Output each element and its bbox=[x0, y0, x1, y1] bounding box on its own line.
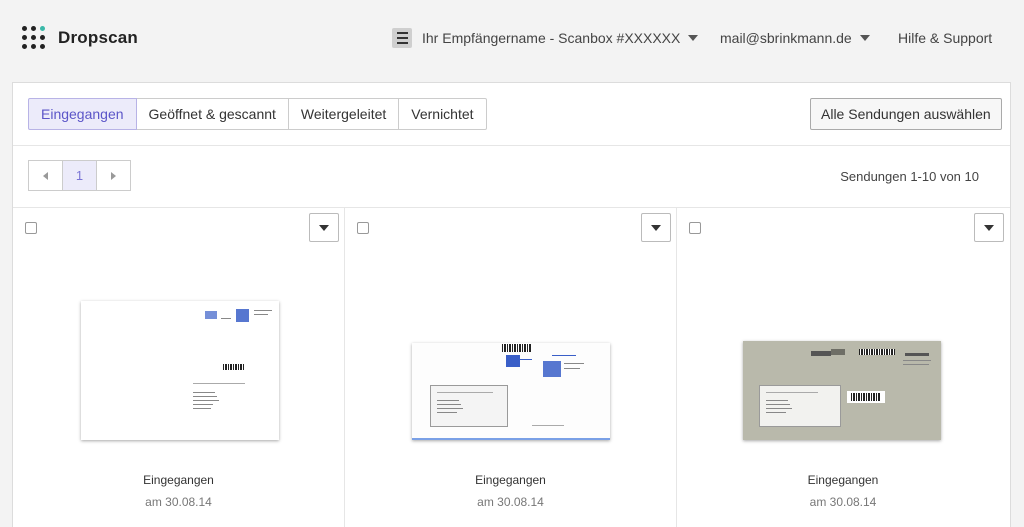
logo-dot bbox=[22, 26, 27, 31]
status-tabs: Eingegangen Geöffnet & gescannt Weiterge… bbox=[28, 98, 487, 130]
envelope-thumbnail[interactable] bbox=[81, 301, 279, 440]
top-bar: Dropscan Ihr Empfängername - Scanbox #XX… bbox=[0, 0, 1024, 78]
next-page-button[interactable] bbox=[96, 160, 131, 191]
chevron-down-icon bbox=[984, 224, 994, 231]
mail-card[interactable]: Eingegangen am 30.08.14 bbox=[13, 208, 345, 527]
logo-dot bbox=[22, 44, 27, 49]
page-1-button[interactable]: 1 bbox=[62, 160, 97, 191]
tab-geoeffnet-gescannt[interactable]: Geöffnet & gescannt bbox=[135, 98, 289, 130]
card-menu-button[interactable] bbox=[974, 213, 1004, 242]
select-all-button[interactable]: Alle Sendungen auswählen bbox=[810, 98, 1002, 130]
account-label: mail@sbrinkmann.de bbox=[720, 30, 852, 46]
card-checkbox[interactable] bbox=[25, 222, 37, 234]
logo-dot bbox=[22, 35, 27, 40]
mail-card-grid: Eingegangen am 30.08.14 Eingegangen am 3… bbox=[13, 208, 1010, 527]
chevron-down-icon bbox=[651, 224, 661, 231]
logo-dot bbox=[31, 26, 36, 31]
mail-status: Eingegangen bbox=[475, 473, 546, 487]
logo-dot bbox=[31, 35, 36, 40]
prev-page-button[interactable] bbox=[28, 160, 63, 191]
chevron-down-icon bbox=[688, 35, 699, 41]
hamburger-icon bbox=[392, 28, 412, 48]
help-label: Hilfe & Support bbox=[898, 30, 993, 46]
shipment-count: Sendungen 1-10 von 10 bbox=[840, 169, 979, 184]
card-checkbox[interactable] bbox=[357, 222, 369, 234]
mail-status: Eingegangen bbox=[807, 473, 879, 487]
mail-card[interactable]: Eingegangen am 30.08.14 bbox=[677, 208, 1009, 527]
envelope-thumbnail[interactable] bbox=[412, 343, 610, 440]
pagination: 1 bbox=[28, 160, 131, 191]
logo-dot bbox=[40, 44, 45, 49]
divider bbox=[13, 145, 1010, 146]
chevron-down-icon bbox=[859, 35, 870, 41]
card-checkbox[interactable] bbox=[689, 222, 701, 234]
tab-weitergeleitet[interactable]: Weitergeleitet bbox=[287, 98, 400, 130]
logo-dot bbox=[40, 26, 45, 31]
logo[interactable]: Dropscan bbox=[22, 26, 138, 50]
mail-panel: Eingegangen Geöffnet & gescannt Weiterge… bbox=[12, 82, 1011, 527]
account-dropdown[interactable]: mail@sbrinkmann.de bbox=[720, 30, 870, 46]
caret-left-icon bbox=[43, 171, 48, 180]
help-support-link[interactable]: Hilfe & Support bbox=[898, 30, 992, 48]
recipient-dropdown[interactable]: Ihr Empfängername - Scanbox #XXXXXX bbox=[392, 28, 699, 48]
tab-eingegangen[interactable]: Eingegangen bbox=[28, 98, 137, 130]
card-menu-button[interactable] bbox=[641, 213, 671, 242]
chevron-down-icon bbox=[319, 224, 329, 231]
tab-vernichtet[interactable]: Vernichtet bbox=[398, 98, 487, 130]
recipient-label: Ihr Empfängername - Scanbox #XXXXXX bbox=[422, 30, 681, 46]
envelope-thumbnail[interactable] bbox=[743, 341, 941, 440]
mail-card[interactable]: Eingegangen am 30.08.14 bbox=[345, 208, 677, 527]
caret-right-icon bbox=[111, 171, 116, 180]
mail-date: am 30.08.14 bbox=[809, 495, 877, 509]
logo-dot bbox=[40, 35, 45, 40]
logo-dot bbox=[31, 44, 36, 49]
card-menu-button[interactable] bbox=[309, 213, 339, 242]
mail-date: am 30.08.14 bbox=[477, 495, 544, 509]
mail-date: am 30.08.14 bbox=[145, 495, 212, 509]
brand-name: Dropscan bbox=[58, 28, 139, 47]
logo-dots-icon bbox=[22, 26, 46, 50]
mail-status: Eingegangen bbox=[143, 473, 214, 487]
